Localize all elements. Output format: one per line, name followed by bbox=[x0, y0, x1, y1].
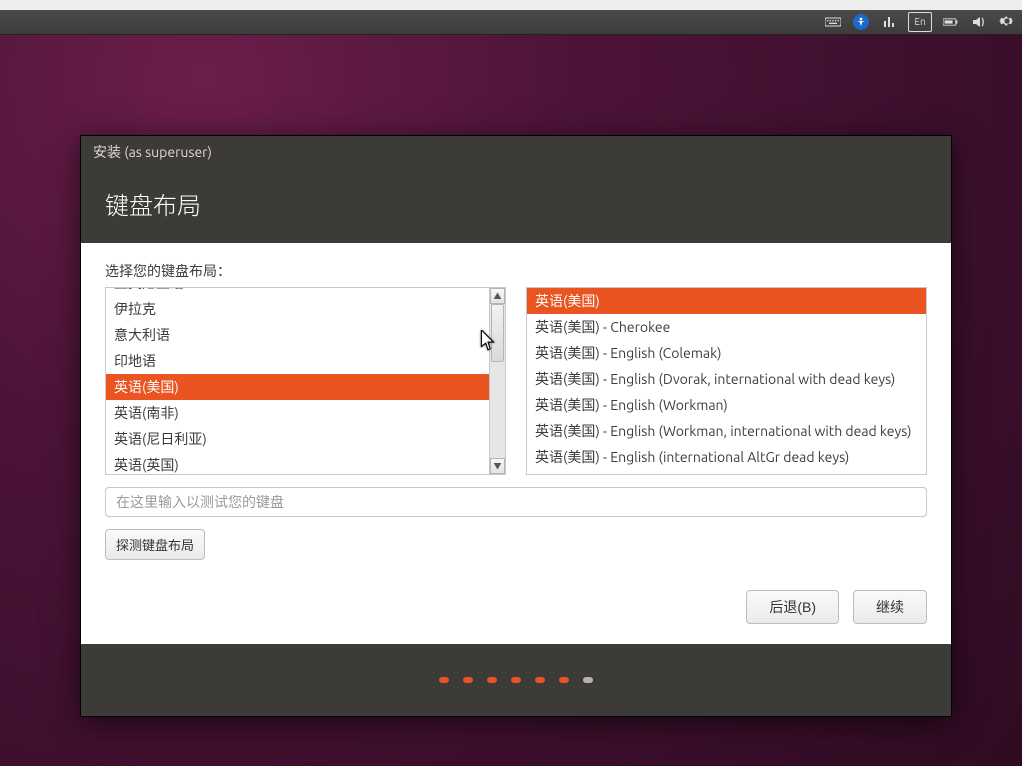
progress-dot bbox=[463, 677, 473, 683]
network-icon[interactable] bbox=[880, 13, 898, 31]
progress-dot bbox=[439, 677, 449, 683]
window-title: 安装 (as superuser) bbox=[93, 142, 212, 162]
language-list-item[interactable]: 印地语 bbox=[106, 348, 505, 374]
variant-list-item[interactable]: 英语(美国) - Cherokee bbox=[527, 314, 926, 340]
scroll-thumb[interactable] bbox=[491, 304, 504, 362]
installer-window: 安装 (as superuser) 键盘布局 选择您的键盘布局： 亚美尼亚语伊拉… bbox=[80, 135, 952, 717]
language-list-item[interactable]: 英语(南非) bbox=[106, 400, 505, 426]
top-menubar: En bbox=[0, 10, 1022, 35]
progress-dot bbox=[535, 677, 545, 683]
progress-dot bbox=[487, 677, 497, 683]
variant-list-item[interactable]: 英语(美国) - English (Workman, international… bbox=[527, 418, 926, 444]
variant-list-item[interactable]: 英语(美国) - English (Dvorak, international … bbox=[527, 366, 926, 392]
layout-lists: 亚美尼亚语伊拉克意大利语印地语英语(美国)英语(南非)英语(尼日利亚)英语(英国… bbox=[105, 287, 927, 475]
language-list-item[interactable]: 伊拉克 bbox=[106, 296, 505, 322]
progress-dot bbox=[583, 677, 593, 683]
page-heading: 键盘布局 bbox=[105, 186, 927, 221]
back-button[interactable]: 后退(B) bbox=[746, 590, 839, 624]
detect-layout-button[interactable]: 探测键盘布局 bbox=[105, 529, 205, 560]
variant-list-item[interactable]: 英语(美国) - English (the divide/multiply ke… bbox=[527, 470, 926, 475]
language-list-item[interactable]: 亚美尼亚语 bbox=[106, 287, 505, 296]
window-header: 键盘布局 bbox=[81, 168, 951, 243]
variant-list-item[interactable]: 英语(美国) - English (international AltGr de… bbox=[527, 444, 926, 470]
layout-prompt: 选择您的键盘布局： bbox=[105, 261, 927, 281]
variant-list-item[interactable]: 英语(美国) bbox=[527, 288, 926, 314]
variant-list-item[interactable]: 英语(美国) - English (Workman) bbox=[527, 392, 926, 418]
cropped-top-strip bbox=[0, 0, 1022, 10]
scroll-down-button[interactable]: ▼ bbox=[490, 458, 505, 474]
variant-listbox[interactable]: 英语(美国)英语(美国) - Cherokee英语(美国) - English … bbox=[526, 287, 927, 475]
scrollbar[interactable]: ▲ ▼ bbox=[489, 288, 505, 474]
battery-icon[interactable] bbox=[942, 13, 960, 31]
window-content: 选择您的键盘布局： 亚美尼亚语伊拉克意大利语印地语英语(美国)英语(南非)英语(… bbox=[81, 243, 951, 644]
language-list-item[interactable]: 英语(美国) bbox=[106, 374, 505, 400]
language-list-item[interactable]: 意大利语 bbox=[106, 322, 505, 348]
scroll-track[interactable] bbox=[490, 304, 505, 458]
continue-button[interactable]: 继续 bbox=[853, 590, 927, 624]
progress-dots bbox=[81, 644, 951, 716]
keyboard-test-input[interactable] bbox=[105, 487, 927, 517]
language-listbox[interactable]: 亚美尼亚语伊拉克意大利语印地语英语(美国)英语(南非)英语(尼日利亚)英语(英国… bbox=[105, 287, 506, 475]
keyboard-icon[interactable] bbox=[824, 13, 842, 31]
scroll-up-button[interactable]: ▲ bbox=[490, 288, 505, 304]
window-titlebar: 安装 (as superuser) bbox=[81, 136, 951, 168]
language-list-item[interactable]: 英语(英国) bbox=[106, 452, 505, 475]
volume-icon[interactable] bbox=[970, 13, 988, 31]
accessibility-icon[interactable] bbox=[852, 13, 870, 31]
progress-dot bbox=[559, 677, 569, 683]
nav-buttons: 后退(B) 继续 bbox=[105, 590, 927, 624]
input-language-indicator[interactable]: En bbox=[908, 12, 932, 32]
language-list-item[interactable]: 英语(尼日利亚) bbox=[106, 426, 505, 452]
settings-gear-icon[interactable] bbox=[998, 13, 1016, 31]
variant-list-item[interactable]: 英语(美国) - English (Colemak) bbox=[527, 340, 926, 366]
progress-dot bbox=[511, 677, 521, 683]
